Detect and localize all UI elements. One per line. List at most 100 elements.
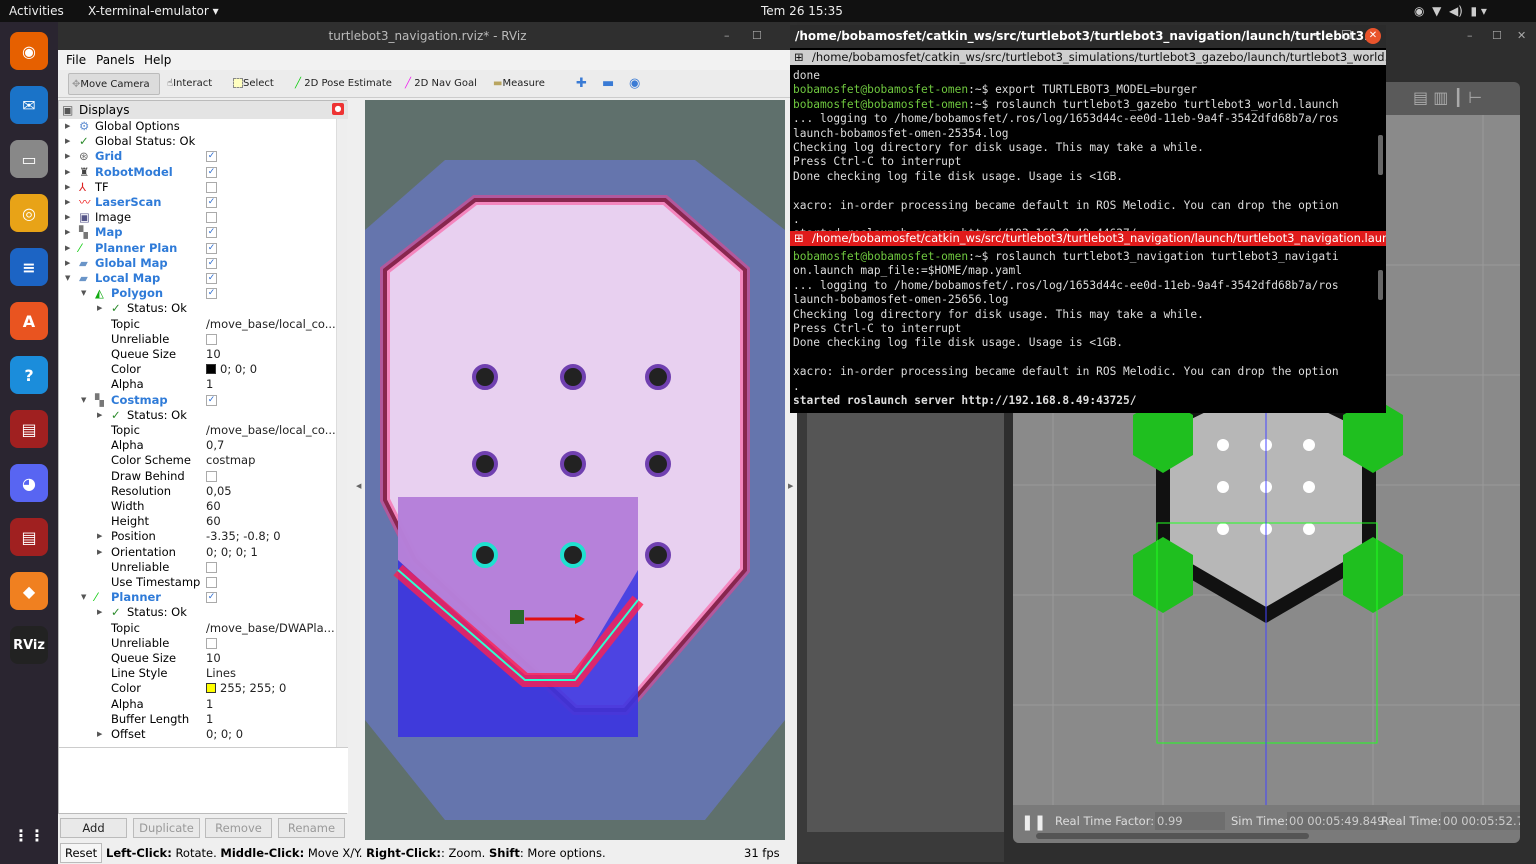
property-value[interactable]: 255; 255; 0 [206, 681, 286, 696]
move-camera-tool[interactable]: ✥Move Camera [68, 73, 160, 95]
terminal-tab-2[interactable]: ⊞/home/bobamosfet/catkin_ws/src/turtlebo… [790, 231, 1386, 246]
tree-row[interactable]: Resolution 0,05 [59, 484, 336, 499]
tree-row[interactable]: ▶ ✓ Status: Ok [59, 605, 336, 620]
property-value[interactable]: 10 [206, 347, 221, 362]
activities-button[interactable]: Activities [9, 4, 64, 18]
eye-icon[interactable]: ◉ [626, 73, 643, 95]
property-value[interactable]: Lines [206, 666, 236, 681]
pose-estimate-tool[interactable]: ╱ 2D Pose Estimate [292, 73, 395, 95]
pause-button[interactable]: ❚❚ [1021, 813, 1046, 831]
expand-arrow-icon[interactable]: ▶ [97, 727, 102, 742]
close-panel-icon[interactable]: ● [332, 103, 344, 115]
expand-arrow-icon[interactable]: ▶ [97, 529, 102, 544]
duplicate-button[interactable]: Duplicate [133, 818, 200, 838]
tree-row[interactable]: ▶ ✓ Global Status: Ok [59, 134, 336, 149]
tree-row[interactable]: Color Scheme costmap [59, 453, 336, 468]
collapse-arrow-icon[interactable]: ▼ [81, 393, 86, 408]
clock[interactable]: Tem 26 15:35 [761, 4, 843, 18]
tree-row[interactable]: Color 255; 255; 0 [59, 681, 336, 696]
expand-arrow-icon[interactable]: ▶ [97, 545, 102, 560]
measure-tool[interactable]: ▬Measure [490, 73, 548, 95]
tree-row[interactable]: ▶ ⚙ Global Options [59, 119, 336, 134]
tree-row[interactable]: ▶ Offset 0; 0; 0 [59, 727, 336, 742]
visibility-checkbox[interactable] [206, 470, 217, 482]
property-value[interactable]: 1 [206, 697, 213, 712]
expand-arrow-icon[interactable]: ▶ [65, 180, 70, 195]
expand-arrow-icon[interactable]: ▶ [97, 301, 102, 316]
tree-row[interactable]: Buffer Length 1 [59, 712, 336, 727]
select-tool[interactable]: Select [230, 73, 277, 95]
tree-row[interactable]: ▶ ♜ RobotModel ✓ [59, 165, 336, 180]
sublime-icon[interactable]: ◆ [10, 572, 48, 610]
tree-row[interactable]: Unreliable [59, 560, 336, 575]
tree-row[interactable]: ▼ ▰ Local Map ✓ [59, 271, 336, 286]
tree-row[interactable]: Width 60 [59, 499, 336, 514]
visibility-checkbox[interactable]: ✓ [206, 394, 217, 406]
property-value[interactable]: 1 [206, 377, 213, 392]
tree-row[interactable]: ▼ ⁄ Planner ✓ [59, 590, 336, 605]
property-value[interactable]: 0,7 [206, 438, 224, 453]
expand-arrow-icon[interactable]: ▶ [65, 256, 70, 271]
collapse-left-handle[interactable]: ◀ [356, 482, 361, 490]
terminal-window[interactable]: /home/bobamosfet/catkin_ws/src/turtlebot… [790, 25, 1386, 413]
terminal-pane-1[interactable]: done bobamosfet@bobamosfet-omen:~$ export… [790, 65, 1376, 231]
property-value[interactable]: /move_base/local_co... [206, 423, 336, 438]
tree-row[interactable]: Line Style Lines [59, 666, 336, 681]
tree-row[interactable]: Topic/move_base/local_co... [59, 423, 336, 438]
close-button[interactable]: ✕ [1365, 28, 1381, 44]
tree-scrollbar[interactable] [336, 119, 347, 747]
visibility-checkbox[interactable] [206, 333, 217, 345]
system-tray-icons[interactable]: ◉ ▼ ◀) ▮ ▾ [1414, 4, 1487, 18]
tree-row[interactable]: ▶ Position -3.35; -0.8; 0 [59, 529, 336, 544]
tree-row[interactable]: ▶ ▰ Global Map ✓ [59, 256, 336, 271]
tree-row[interactable]: ▶ ✓ Status: Ok [59, 408, 336, 423]
nav-goal-tool[interactable]: ╱ 2D Nav Goal [402, 73, 480, 95]
tree-row[interactable]: ▶ Orientation 0; 0; 0; 1 [59, 545, 336, 560]
property-value[interactable]: 60 [206, 499, 221, 514]
expand-arrow-icon[interactable]: ▶ [65, 134, 70, 149]
property-value[interactable]: -3.35; -0.8; 0 [206, 529, 281, 544]
property-value[interactable]: 0,05 [206, 484, 232, 499]
remove-tool-button[interactable]: ▬ [599, 73, 617, 95]
tree-row[interactable]: Queue Size 10 [59, 651, 336, 666]
maximize-button[interactable]: ☐ [752, 22, 762, 50]
property-value[interactable]: 0; 0; 0; 1 [206, 545, 258, 560]
rhythmbox-icon[interactable]: ◎ [10, 194, 48, 232]
maximize-button[interactable]: ☐ [1492, 22, 1502, 50]
property-value[interactable]: 0; 0; 0 [206, 362, 257, 377]
visibility-checkbox[interactable] [206, 561, 217, 573]
minimize-button[interactable]: – [724, 22, 730, 50]
tree-row[interactable]: Use Timestamp [59, 575, 336, 590]
expand-arrow-icon[interactable]: ▶ [65, 241, 70, 256]
help-icon[interactable]: ? [10, 356, 48, 394]
visibility-checkbox[interactable]: ✓ [206, 151, 217, 163]
visibility-checkbox[interactable] [206, 212, 217, 224]
visibility-checkbox[interactable]: ✓ [206, 257, 217, 269]
tree-row[interactable]: ▶ ▚ Map ✓ [59, 225, 336, 240]
software-icon[interactable]: A [10, 302, 48, 340]
tree-row[interactable]: Topic/move_base/local_co... [59, 317, 336, 332]
tree-row[interactable]: Unreliable [59, 636, 336, 651]
horizontal-scrollbar[interactable] [1036, 833, 1309, 839]
tree-row[interactable]: ▼ ◭ Polygon ✓ [59, 286, 336, 301]
maximize-button[interactable]: ☐ [1341, 28, 1352, 42]
expand-arrow-icon[interactable]: ▶ [65, 149, 70, 164]
minimize-button[interactable]: – [1467, 22, 1473, 50]
visibility-checkbox[interactable] [206, 181, 217, 193]
tree-row[interactable]: ▶ ⁄ Planner Plan ✓ [59, 241, 336, 256]
visibility-checkbox[interactable]: ✓ [206, 197, 217, 208]
tree-row[interactable]: Alpha 1 [59, 377, 336, 392]
app-menu[interactable]: X-terminal-emulator ▾ [88, 4, 219, 18]
expand-arrow-icon[interactable]: ▶ [65, 210, 70, 225]
files-icon[interactable]: ▭ [10, 140, 48, 178]
tree-row[interactable]: ▶ ⊛ Grid ✓ [59, 149, 336, 164]
property-value[interactable]: 60 [206, 514, 221, 529]
collapse-arrow-icon[interactable]: ▼ [81, 590, 86, 605]
visibility-checkbox[interactable]: ✓ [206, 242, 217, 254]
expand-arrow-icon[interactable]: ▶ [65, 225, 70, 240]
property-value[interactable]: 1 [206, 712, 213, 727]
interact-tool[interactable]: ☝Interact [164, 73, 215, 95]
tree-row[interactable]: Alpha 1 [59, 697, 336, 712]
menu-help[interactable]: Help [144, 53, 171, 67]
firefox-icon[interactable]: ◉ [10, 32, 48, 70]
